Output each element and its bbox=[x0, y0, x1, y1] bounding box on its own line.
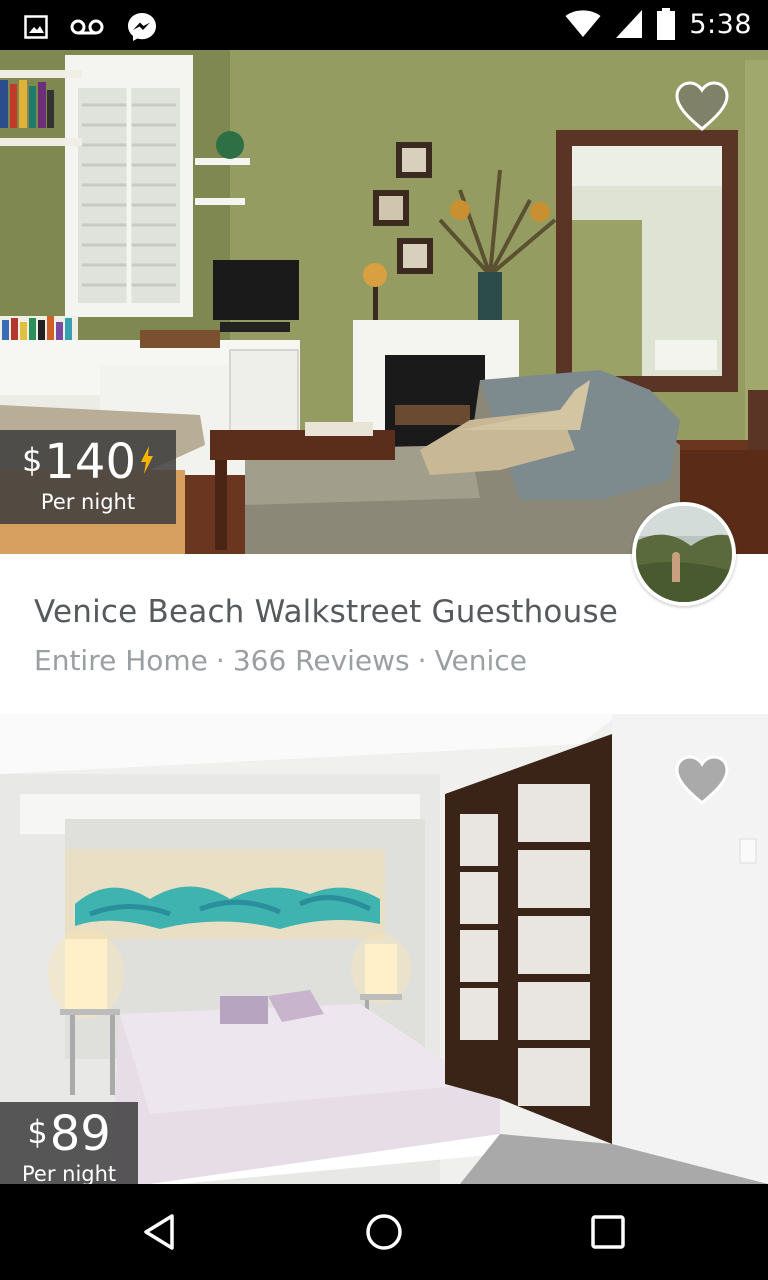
price-tag: $ 89 Per night bbox=[0, 1102, 139, 1184]
heart-icon bbox=[675, 755, 729, 806]
meta-separator: · bbox=[215, 644, 225, 677]
home-icon bbox=[366, 1214, 402, 1250]
wifi-icon bbox=[565, 10, 601, 38]
wishlist-heart-button[interactable] bbox=[674, 80, 730, 132]
price-unit: Per night bbox=[22, 1162, 117, 1184]
price-amount: 89 bbox=[49, 1106, 111, 1162]
status-bar-system: 5:38 bbox=[565, 8, 752, 40]
image-icon bbox=[24, 15, 48, 39]
meta-separator: · bbox=[417, 644, 427, 677]
signal-icon bbox=[615, 9, 643, 39]
listing-meta: Entire Home · 366 Reviews · Venice bbox=[34, 644, 734, 677]
price-currency: $ bbox=[22, 441, 43, 479]
listing-photo[interactable]: $ 140 Per night bbox=[0, 50, 768, 554]
messenger-icon bbox=[126, 11, 158, 43]
navigation-bar bbox=[0, 1184, 768, 1280]
back-button[interactable] bbox=[140, 1212, 180, 1252]
status-bar-notifications bbox=[24, 11, 158, 43]
recents-icon bbox=[591, 1215, 625, 1249]
instant-book-icon bbox=[140, 446, 154, 477]
location: Venice bbox=[434, 644, 527, 677]
battery-icon bbox=[657, 8, 676, 40]
heart-icon bbox=[675, 81, 729, 132]
status-bar: 5:38 bbox=[0, 0, 768, 50]
host-photo bbox=[636, 506, 732, 602]
back-icon bbox=[144, 1214, 174, 1250]
room-type: Entire Home bbox=[34, 644, 208, 677]
price-currency: $ bbox=[27, 1113, 48, 1151]
home-button[interactable] bbox=[364, 1212, 404, 1252]
listing-card[interactable]: $ 140 Per night Venice Beach Walkstreet … bbox=[0, 50, 768, 714]
wishlist-heart-button[interactable] bbox=[674, 754, 730, 806]
price-unit: Per night bbox=[40, 490, 136, 514]
recents-button[interactable] bbox=[588, 1212, 628, 1252]
voicemail-icon bbox=[70, 17, 104, 37]
listing-title[interactable]: Venice Beach Walkstreet Guesthouse bbox=[34, 594, 734, 630]
price-amount: 140 bbox=[44, 434, 136, 490]
price-tag: $ 140 Per night bbox=[0, 430, 176, 524]
review-count: 366 Reviews bbox=[232, 644, 410, 677]
listing-photo[interactable]: $ 89 Per night bbox=[0, 714, 768, 1184]
clock: 5:38 bbox=[689, 8, 752, 40]
host-avatar[interactable] bbox=[632, 502, 736, 606]
listing-card[interactable]: $ 89 Per night bbox=[0, 714, 768, 1184]
listing-feed[interactable]: $ 140 Per night Venice Beach Walkstreet … bbox=[0, 50, 768, 1184]
